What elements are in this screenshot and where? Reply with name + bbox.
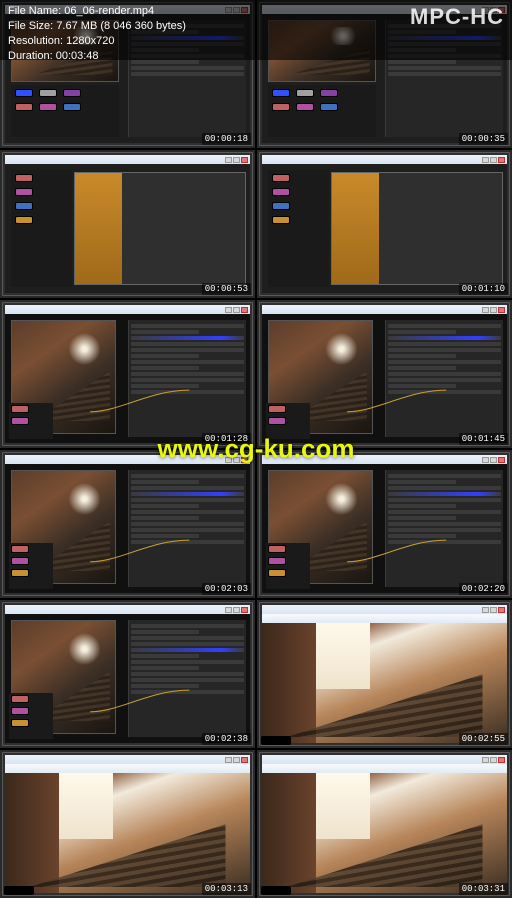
lynda-logo (261, 736, 291, 745)
filename-value: 06_06-render.mp4 (64, 5, 154, 17)
thumbnail-3[interactable]: 00:00:53 (0, 150, 255, 298)
resolution-label: Resolution: (8, 35, 63, 47)
lynda-logo (261, 886, 291, 895)
timestamp: 00:00:53 (202, 283, 251, 295)
thumbnail-5[interactable]: 00:01:28 (0, 300, 255, 448)
thumbnail-grid: 00:00:18 00 (0, 0, 512, 898)
thumbnail-10[interactable]: 00:02:55 (257, 600, 512, 748)
timestamp: 00:02:55 (459, 733, 508, 745)
thumbnail-12[interactable]: 00:03:31 (257, 750, 512, 898)
thumbnail-8[interactable]: 00:02:20 (257, 450, 512, 598)
timestamp: 00:01:28 (202, 433, 251, 445)
timestamp: 00:01:10 (459, 283, 508, 295)
render-settings-dialog (74, 172, 246, 285)
lynda-logo (4, 886, 34, 895)
dialog-sidebar (75, 173, 123, 284)
resolution-value: 1280x720 (66, 35, 114, 47)
file-metadata: File Name: 06_06-render.mp4 File Size: 7… (8, 4, 186, 63)
rendered-image (262, 623, 507, 743)
timestamp: 00:02:03 (202, 583, 251, 595)
thumbnail-7[interactable]: 00:02:03 (0, 450, 255, 598)
info-header: File Name: 06_06-render.mp4 File Size: 7… (0, 0, 512, 60)
timestamp: 00:00:18 (202, 133, 251, 145)
thumbnail-11[interactable]: 00:03:13 (0, 750, 255, 898)
thumbnail-9[interactable]: 00:02:38 (0, 600, 255, 748)
timestamp: 00:02:38 (202, 733, 251, 745)
filesize-value: 7.67 MB (8 046 360 bytes) (56, 20, 186, 32)
thumbnail-6[interactable]: 00:01:45 (257, 300, 512, 448)
node-editor (11, 85, 119, 137)
dialog-content (122, 173, 245, 284)
thumbnail-4[interactable]: 00:01:10 (257, 150, 512, 298)
filename-label: File Name: (8, 5, 61, 17)
filesize-label: File Size: (8, 20, 53, 32)
node-curve (54, 385, 226, 416)
timestamp: 00:03:13 (202, 883, 251, 895)
duration-value: 00:03:48 (56, 50, 99, 62)
viewer-toolbar (262, 614, 507, 623)
timestamp: 00:01:45 (459, 433, 508, 445)
app-logo: MPC-HC (410, 4, 504, 30)
duration-label: Duration: (8, 50, 53, 62)
timestamp: 00:02:20 (459, 583, 508, 595)
timestamp: 00:03:31 (459, 883, 508, 895)
timestamp: 00:00:35 (459, 133, 508, 145)
